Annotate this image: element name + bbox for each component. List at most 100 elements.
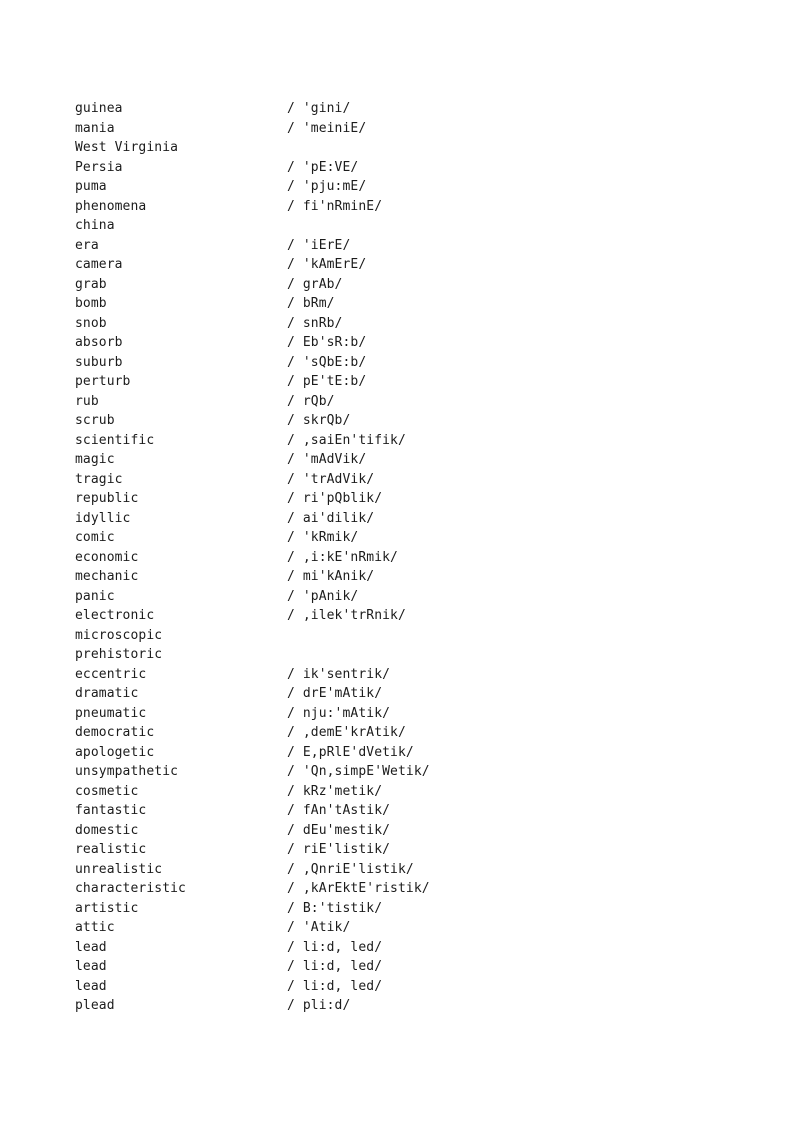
word-entry-row: panic / 'pAnik/ — [75, 587, 735, 607]
word-entry-row: suburb / 'sQbE:b/ — [75, 353, 735, 373]
entry-phonetic-transcription: / 'pE:VE/ — [287, 159, 359, 175]
entry-word: realistic — [75, 842, 147, 857]
entry-phonetic-transcription: / snRb/ — [287, 315, 343, 331]
entry-phonetic-transcription: / ,i:kE'nRmik/ — [287, 549, 398, 565]
entry-phonetic-transcription: / fi'nRminE/ — [287, 198, 383, 214]
entry-word: perturb — [75, 374, 131, 389]
entry-word: china — [75, 218, 115, 233]
entry-word: scientific — [75, 432, 155, 448]
entry-phonetic-transcription: / E,pRlE'dVetik/ — [287, 744, 414, 760]
entry-word: cosmetic — [75, 783, 139, 799]
entry-phonetic-transcription: / li:d, led/ — [287, 939, 383, 955]
word-phonetic-list: guinea / 'gini/mania / 'meiniE/West Virgin… — [75, 99, 735, 1016]
word-entry-row: absorb / Eb'sR:b/ — [75, 333, 735, 353]
entry-phonetic-transcription: / riE'listik/ — [287, 842, 391, 857]
word-entry-row: unrealistic / ,QnriE'listik/ — [75, 860, 735, 880]
entry-phonetic-transcription: / ik'sentrik/ — [287, 666, 391, 682]
word-entry-row: scientific / ,saiEn'tifik/ — [75, 431, 735, 451]
entry-word: phenomena — [75, 198, 147, 214]
entry-word: dramatic — [75, 686, 139, 701]
entry-word: unsympathetic — [75, 764, 179, 779]
word-entry-row: idyllic / ai'dilik/ — [75, 509, 735, 529]
entry-phonetic-transcription: / ,QnriE'listik/ — [287, 861, 414, 877]
word-entry-row: camera / 'kAmErE/ — [75, 255, 735, 275]
document-page: guinea / 'gini/mania / 'meiniE/West Virgin… — [0, 0, 793, 1122]
entry-phonetic-transcription: / pE'tE:b/ — [287, 374, 367, 389]
entry-phonetic-transcription: / 'mAdVik/ — [287, 452, 367, 467]
word-entry-row: unsympathetic / 'Qn,simpE'Wetik/ — [75, 762, 735, 782]
entry-phonetic-transcription: / li:d, led/ — [287, 959, 383, 974]
entry-phonetic-transcription: / B:'tistik/ — [287, 900, 383, 916]
word-entry-row: electronic / ,ilek'trRnik/ — [75, 606, 735, 626]
entry-word: artistic — [75, 900, 139, 916]
word-entry-row: dramatic / drE'mAtik/ — [75, 684, 735, 704]
word-entry-row: china — [75, 216, 735, 236]
word-entry-row: scrub / skrQb/ — [75, 411, 735, 431]
entry-phonetic-transcription: / pli:d/ — [287, 998, 351, 1013]
word-entry-row: tragic / 'trAdVik/ — [75, 470, 735, 490]
word-entry-row: West Virginia — [75, 138, 735, 158]
entry-phonetic-transcription: / ,kArEktE'ristik/ — [287, 881, 430, 896]
entry-word: snob — [75, 315, 107, 331]
entry-phonetic-transcription: / ri'pQblik/ — [287, 491, 383, 506]
word-entry-row: economic / ,i:kE'nRmik/ — [75, 548, 735, 568]
entry-phonetic-transcription: / 'Qn,simpE'Wetik/ — [287, 764, 430, 779]
entry-phonetic-transcription: / rQb/ — [287, 393, 335, 409]
entry-word: magic — [75, 452, 115, 467]
word-entry-row: microscopic — [75, 626, 735, 646]
entry-phonetic-transcription: / 'pAnik/ — [287, 588, 359, 604]
entry-phonetic-transcription: / 'Atik/ — [287, 920, 351, 935]
entry-word: grab — [75, 276, 107, 292]
word-entry-row: mechanic / mi'kAnik/ — [75, 567, 735, 587]
word-entry-row: domestic / dEu'mestik/ — [75, 821, 735, 841]
entry-phonetic-transcription: / 'gini/ — [287, 101, 351, 116]
word-entry-row: realistic / riE'listik/ — [75, 840, 735, 860]
word-entry-row: lead / li:d, led/ — [75, 938, 735, 958]
word-entry-row: rub / rQb/ — [75, 392, 735, 412]
entry-phonetic-transcription: / Eb'sR:b/ — [287, 335, 367, 350]
entry-phonetic-transcription: / ,ilek'trRnik/ — [287, 608, 406, 623]
word-entry-row: pneumatic / nju:'mAtik/ — [75, 704, 735, 724]
entry-phonetic-transcription: / mi'kAnik/ — [287, 569, 375, 584]
entry-phonetic-transcription: / ai'dilik/ — [287, 510, 375, 526]
word-entry-row: plead / pli:d/ — [75, 996, 735, 1016]
entry-word: tragic — [75, 471, 123, 487]
entry-word: apologetic — [75, 744, 155, 760]
entry-word: mechanic — [75, 569, 139, 584]
entry-word: microscopic — [75, 627, 163, 643]
entry-word: lead — [75, 939, 107, 955]
entry-word: bomb — [75, 296, 107, 311]
entry-phonetic-transcription: / grAb/ — [287, 276, 343, 292]
word-entry-row: fantastic / fAn'tAstik/ — [75, 801, 735, 821]
word-entry-row: lead / li:d, led/ — [75, 957, 735, 977]
word-entry-row: republic / ri'pQblik/ — [75, 489, 735, 509]
entry-word: fantastic — [75, 803, 147, 818]
entry-word: suburb — [75, 354, 123, 370]
word-entry-row: grab / grAb/ — [75, 275, 735, 295]
word-entry-row: puma / 'pju:mE/ — [75, 177, 735, 197]
entry-phonetic-transcription: / 'iErE/ — [287, 237, 351, 253]
word-entry-row: perturb / pE'tE:b/ — [75, 372, 735, 392]
entry-word: comic — [75, 530, 115, 545]
entry-phonetic-transcription: / bRm/ — [287, 296, 335, 311]
entry-word: West Virginia — [75, 140, 179, 155]
entry-word: panic — [75, 588, 115, 604]
entry-phonetic-transcription: / li:d, led/ — [287, 978, 383, 994]
word-entry-row: eccentric / ik'sentrik/ — [75, 665, 735, 685]
entry-word: guinea — [75, 101, 123, 116]
entry-phonetic-transcription: / 'kRmik/ — [287, 530, 359, 545]
entry-word: era — [75, 237, 99, 253]
entry-phonetic-transcription: / ,saiEn'tifik/ — [287, 432, 406, 448]
word-entry-row: snob / snRb/ — [75, 314, 735, 334]
entry-phonetic-transcription: / 'kAmErE/ — [287, 257, 367, 272]
entry-word: plead — [75, 998, 115, 1013]
entry-word: idyllic — [75, 510, 131, 526]
entry-phonetic-transcription: / 'sQbE:b/ — [287, 354, 367, 370]
entry-word: republic — [75, 491, 139, 506]
entry-word: economic — [75, 549, 139, 565]
word-entry-row: cosmetic / kRz'metik/ — [75, 782, 735, 802]
word-entry-row: prehistoric — [75, 645, 735, 665]
entry-phonetic-transcription: / 'trAdVik/ — [287, 471, 375, 487]
word-entry-row: mania / 'meiniE/ — [75, 119, 735, 139]
word-entry-row: magic / 'mAdVik/ — [75, 450, 735, 470]
